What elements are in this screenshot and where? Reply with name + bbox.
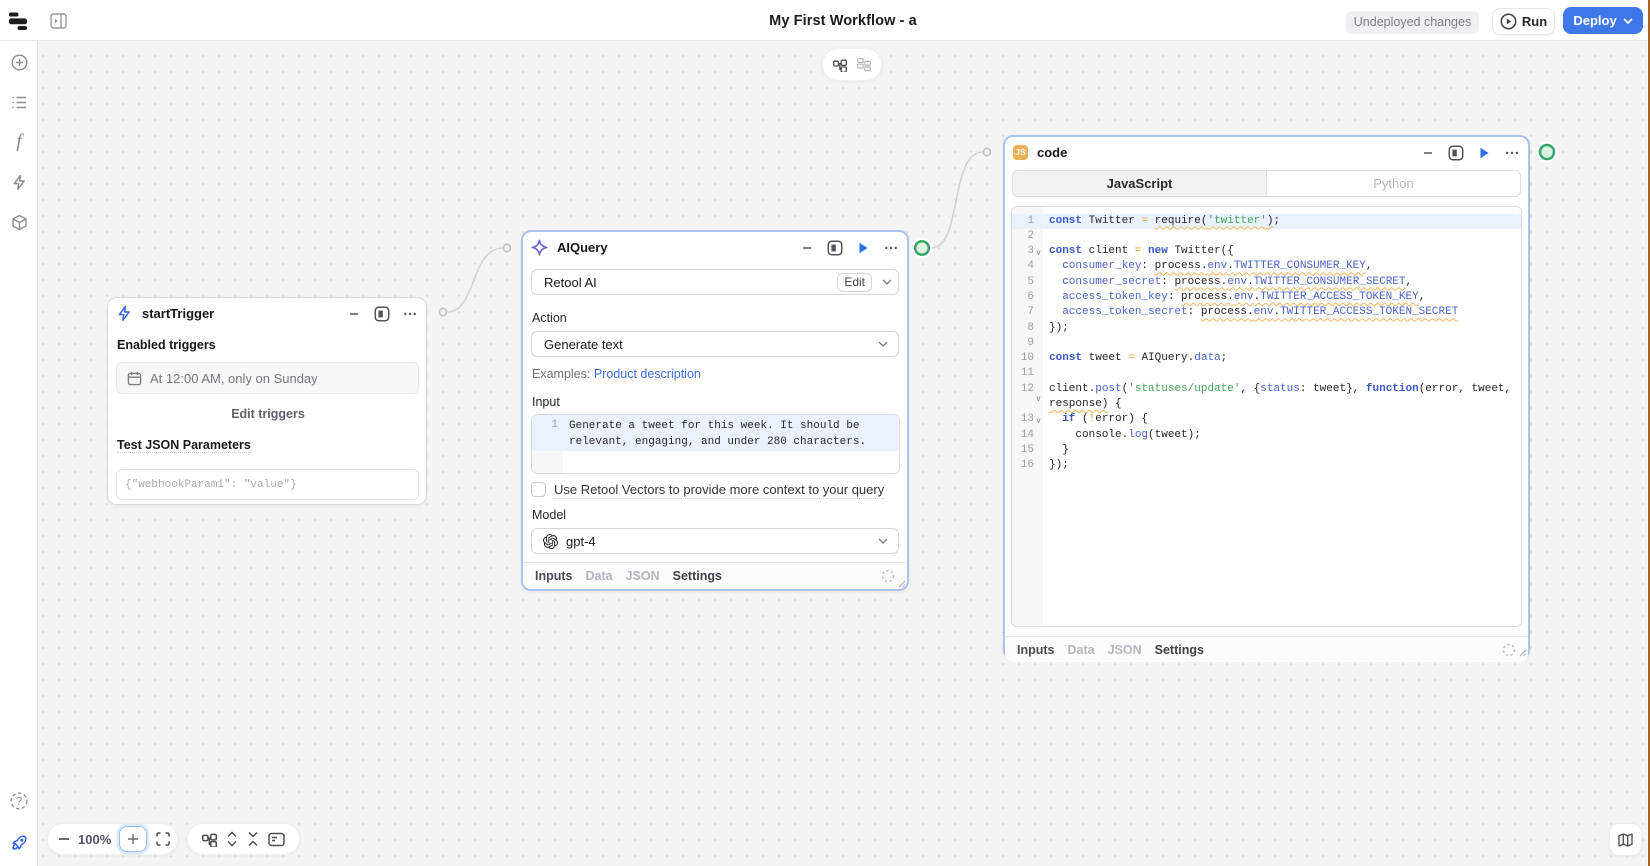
svg-text:?: ?: [16, 796, 22, 808]
